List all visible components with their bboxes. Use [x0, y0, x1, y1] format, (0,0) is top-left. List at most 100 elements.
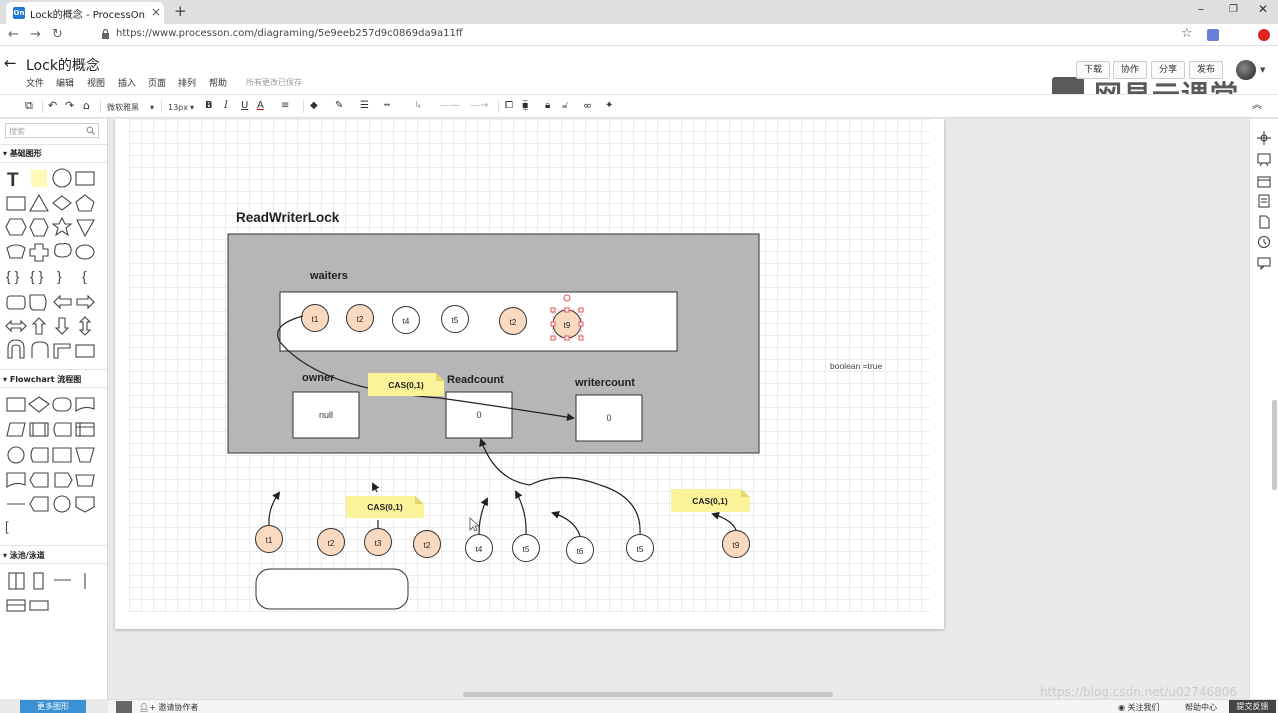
boolean-note[interactable]: boolean =true [830, 361, 882, 371]
extension-icon[interactable] [1207, 29, 1219, 41]
thread-node[interactable]: t2 [317, 528, 345, 556]
cas-sticky-note[interactable]: CAS(0,1) [368, 373, 444, 396]
publish-button[interactable]: 发布 [1189, 61, 1224, 79]
horizontal-scrollbar[interactable] [463, 692, 833, 697]
collaborate-button[interactable]: 协作 [1113, 61, 1148, 79]
style-panel-icon[interactable] [1257, 153, 1271, 167]
lock-icon[interactable]: 🔒︎ [545, 99, 550, 113]
chevron-down-icon[interactable]: ▾ [150, 101, 154, 115]
connector-style-icon[interactable]: ↳ [414, 99, 422, 113]
page-setup-icon[interactable] [1257, 174, 1271, 188]
thread-node[interactable]: t6 [566, 536, 594, 564]
waiter-thread[interactable]: t4 [392, 306, 420, 334]
back-arrow-icon[interactable]: ← [4, 54, 17, 72]
help-center-link[interactable]: 帮助中心 [1185, 702, 1217, 713]
line-start-icon[interactable]: —— [440, 99, 460, 113]
category-swimlane[interactable]: ▾ 泳池/泳道 [3, 550, 45, 561]
thread-arrow[interactable] [268, 491, 281, 526]
category-basic-shapes[interactable]: ▾ 基础图形 [3, 148, 42, 159]
waiter-thread[interactable]: t2 [499, 307, 527, 335]
menu-view[interactable]: 视图 [87, 76, 105, 89]
new-tab-icon[interactable]: + [174, 2, 187, 20]
basic-shapes-grid[interactable]: T { } { } } { [0, 164, 108, 364]
menu-arrange[interactable]: 排列 [178, 76, 196, 89]
url-field[interactable]: https://www.processon.com/diagraming/5e9… [116, 28, 463, 39]
thread-arrow[interactable] [478, 497, 488, 535]
history-icon[interactable] [1257, 235, 1271, 249]
link-icon[interactable]: ∞ [583, 99, 592, 113]
thread-node[interactable]: t5 [626, 534, 654, 562]
thread-node[interactable]: t1 [255, 525, 283, 553]
navigator-icon[interactable] [1257, 131, 1271, 145]
line-style-icon[interactable]: ┅ [384, 99, 390, 113]
download-button[interactable]: 下载 [1076, 61, 1111, 79]
line-end-icon[interactable]: —→ [470, 99, 488, 113]
waiter-thread[interactable]: t5 [441, 305, 469, 333]
line-color-icon[interactable]: ✎ [335, 99, 343, 113]
align-icon[interactable]: ≡ [281, 99, 289, 113]
window-close-icon[interactable]: ✕ [1258, 2, 1268, 16]
diagram-title[interactable]: ReadWriterLock [236, 210, 340, 225]
vertical-scrollbar[interactable] [1272, 400, 1277, 490]
search-icon[interactable] [86, 126, 95, 135]
underline-icon[interactable]: U [241, 99, 248, 113]
thread-node[interactable]: t5 [512, 534, 540, 562]
document-icon[interactable] [1257, 215, 1271, 229]
readcount-label[interactable]: Readcount [447, 374, 504, 386]
thread-node[interactable]: t4 [465, 534, 493, 562]
browser-tab[interactable]: On Lock的概念 - ProcessOn × [6, 2, 164, 24]
follow-us-link[interactable]: ◉ 关注我们 [1118, 702, 1160, 713]
line-width-icon[interactable]: ☰ [360, 99, 369, 113]
italic-icon[interactable]: I [224, 99, 228, 113]
menu-edit[interactable]: 编辑 [56, 76, 74, 89]
t5-to-readcount-connector[interactable] [479, 438, 641, 535]
forward-nav-icon[interactable]: → [30, 27, 41, 42]
menu-insert[interactable]: 插入 [118, 76, 136, 89]
writercount-label[interactable]: writercount [574, 377, 635, 389]
document-title[interactable]: Lock的概念 [26, 55, 100, 75]
more-shapes-button[interactable]: 更多图形 [20, 700, 86, 713]
invite-collaborator-button[interactable]: 👤︎+ 邀请协作者 [139, 702, 198, 713]
chevron-down-icon[interactable]: ▾ [190, 101, 194, 115]
thread-node[interactable]: t2 [413, 530, 441, 558]
collapse-toolbar-icon[interactable]: ︽ [1252, 99, 1262, 113]
thread-arrow[interactable] [515, 490, 527, 535]
font-size-select[interactable]: 13px [168, 101, 188, 115]
waiter-thread[interactable]: t2 [346, 304, 374, 332]
fill-color-icon[interactable]: ◆ [310, 99, 318, 113]
font-family-select[interactable]: 微软雅黑 [107, 101, 139, 115]
flowchart-shapes-grid[interactable]: [ [0, 391, 108, 541]
category-flowchart[interactable]: ▾ Flowchart 流程图 [3, 374, 81, 385]
thread-node[interactable]: t3 [364, 528, 392, 556]
paint-brush-icon[interactable]: ⌂ [83, 99, 90, 113]
swimlane-shapes-grid[interactable] [0, 569, 108, 619]
chevron-down-icon[interactable]: ▼ [1260, 66, 1265, 74]
undo-icon[interactable]: ↶ [48, 99, 57, 113]
owner-label[interactable]: owner [302, 372, 335, 384]
thread-node[interactable]: t9 [722, 530, 750, 558]
bookmark-star-icon[interactable]: ☆ [1181, 26, 1193, 41]
magic-wand-icon[interactable]: ✦ [605, 99, 613, 113]
share-button[interactable]: 分享 [1151, 61, 1186, 79]
back-nav-icon[interactable]: ← [8, 27, 19, 42]
thread-arrow[interactable] [711, 511, 737, 531]
unlock-icon[interactable]: 🔓︎ [562, 99, 568, 113]
menu-page[interactable]: 页面 [148, 76, 166, 89]
bold-icon[interactable]: B [205, 99, 213, 113]
cas-sticky-note[interactable]: CAS(0,1) [346, 496, 424, 518]
reload-icon[interactable]: ↻ [52, 27, 63, 42]
send-back-icon[interactable]: ⧯ [522, 99, 528, 113]
diagram-svg[interactable]: ReadWriterLock waiters t1 t2 t4 t5 t2 t9… [108, 119, 1249, 691]
maximize-icon[interactable]: ❐ [1229, 4, 1238, 15]
redo-icon[interactable]: ↷ [65, 99, 74, 113]
thread-arrow[interactable] [551, 511, 581, 537]
adblock-extension-icon[interactable] [1258, 29, 1270, 41]
rounded-rect-shape[interactable] [255, 568, 409, 610]
diagram-canvas[interactable]: ReadWriterLock waiters t1 t2 t4 t5 t2 t9… [108, 119, 1249, 691]
menu-file[interactable]: 文件 [26, 76, 44, 89]
font-color-icon[interactable]: A [257, 99, 264, 113]
waiter-thread[interactable]: t1 [301, 304, 329, 332]
bring-front-icon[interactable]: ⧠ [505, 99, 513, 113]
minimize-icon[interactable]: – [1198, 2, 1204, 16]
user-avatar[interactable] [1236, 60, 1256, 80]
